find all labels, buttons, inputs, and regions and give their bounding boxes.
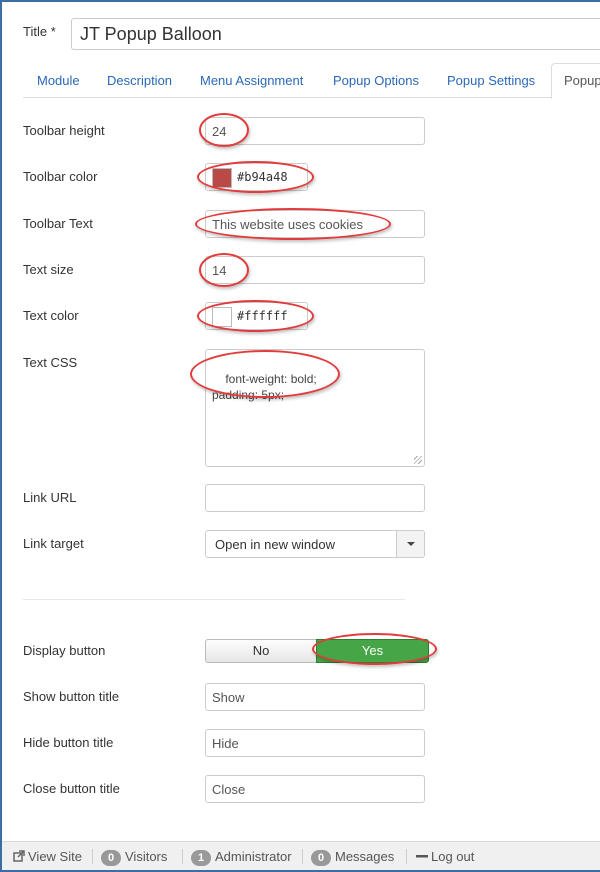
title-label: Title *: [23, 24, 56, 39]
status-separator: [92, 849, 93, 864]
administrator-badge: 1: [191, 850, 211, 866]
text-size-label: Text size: [23, 262, 74, 277]
messages-label: Messages: [335, 849, 395, 864]
tab-popup-settings[interactable]: Popup Settings: [447, 63, 535, 98]
toolbar-color-value: #b94a48: [237, 170, 288, 184]
tab-module[interactable]: Module: [37, 63, 80, 98]
view-site-label: View Site: [28, 849, 82, 864]
messages-item[interactable]: 0 Messages: [311, 849, 394, 866]
text-size-input[interactable]: [205, 256, 425, 284]
text-color-picker[interactable]: #ffffff: [205, 302, 308, 330]
tab-popup-active[interactable]: Popup: [551, 63, 600, 99]
show-button-title-input[interactable]: [205, 683, 425, 711]
link-target-select[interactable]: Open in new window: [205, 530, 425, 558]
visitors-label: Visitors: [125, 849, 168, 864]
toolbar-text-input[interactable]: [205, 210, 425, 238]
toolbar-height-input[interactable]: [205, 117, 425, 145]
link-url-input[interactable]: [205, 484, 425, 512]
text-color-swatch[interactable]: [212, 307, 232, 327]
display-button-no[interactable]: No: [205, 639, 317, 663]
link-target-value: Open in new window: [215, 537, 335, 552]
text-css-label: Text CSS: [23, 355, 78, 370]
module-edit-panel: Title * Module Description Menu Assignme…: [0, 0, 600, 872]
tab-description[interactable]: Description: [107, 63, 172, 98]
toolbar-color-picker[interactable]: #b94a48: [205, 163, 308, 191]
text-color-label: Text color: [23, 308, 79, 323]
link-target-label: Link target: [23, 536, 84, 551]
chevron-down-icon[interactable]: [396, 531, 424, 557]
close-button-title-input[interactable]: [205, 775, 425, 803]
visitors-item: 0 Visitors: [101, 849, 167, 866]
hide-button-title-label: Hide button title: [23, 735, 114, 750]
toolbar-text-label: Toolbar Text: [23, 216, 93, 231]
view-site-link[interactable]: View Site: [13, 849, 82, 864]
display-button-toggle: No Yes: [205, 639, 429, 663]
text-css-textarea[interactable]: font-weight: bold; padding: 5px;: [205, 349, 425, 467]
display-button-yes[interactable]: Yes: [316, 639, 429, 663]
link-url-label: Link URL: [23, 490, 77, 505]
toolbar-height-label: Toolbar height: [23, 123, 105, 138]
visitors-badge: 0: [101, 850, 121, 866]
status-bar: View Site 0 Visitors 1 Administrator 0 Mess…: [2, 841, 600, 870]
section-divider: [23, 599, 405, 600]
logout-link[interactable]: Log out: [416, 849, 474, 864]
messages-badge: 0: [311, 850, 331, 866]
toolbar-color-label: Toolbar color: [23, 169, 98, 184]
text-css-value: font-weight: bold; padding: 5px;: [212, 372, 317, 402]
status-separator: [182, 849, 183, 864]
status-separator: [406, 849, 407, 864]
tab-bar: Module Description Menu Assignment Popup…: [23, 63, 600, 99]
toolbar-color-swatch[interactable]: [212, 168, 232, 188]
minus-icon: [416, 855, 428, 858]
status-separator: [302, 849, 303, 864]
title-input[interactable]: [71, 18, 600, 50]
administrator-item: 1 Administrator: [191, 849, 292, 866]
administrator-label: Administrator: [215, 849, 292, 864]
text-color-value: #ffffff: [237, 309, 288, 323]
title-row: Title *: [23, 18, 600, 50]
display-button-label: Display button: [23, 643, 106, 658]
hide-button-title-input[interactable]: [205, 729, 425, 757]
show-button-title-label: Show button title: [23, 689, 120, 704]
tab-menu-assignment[interactable]: Menu Assignment: [200, 63, 303, 98]
tab-popup-options[interactable]: Popup Options: [333, 63, 419, 98]
external-link-icon: [13, 850, 25, 862]
close-button-title-label: Close button title: [23, 781, 120, 796]
resize-grip-icon[interactable]: [414, 456, 422, 464]
logout-label: Log out: [431, 849, 475, 864]
